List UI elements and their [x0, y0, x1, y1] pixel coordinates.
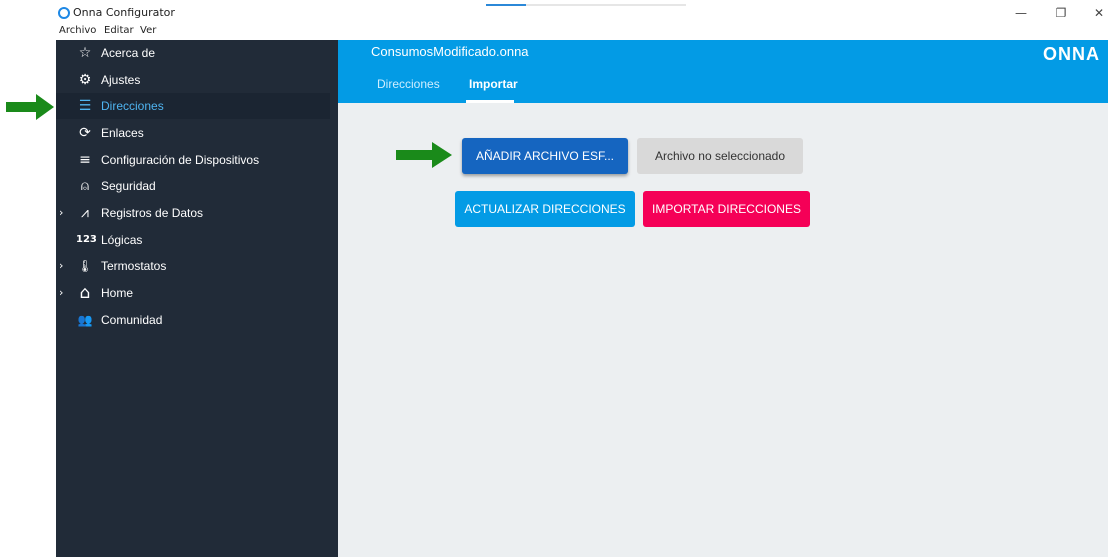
sidebar: ☆ Acerca de ⚙ Ajustes ☰ Direcciones ⟳ En…	[56, 40, 338, 557]
sidebar-item-direcciones[interactable]: ☰ Direcciones	[56, 93, 330, 119]
loading-progress-bar	[486, 4, 686, 6]
chart-icon: ⩘	[81, 205, 89, 221]
tab-importar[interactable]: Importar	[469, 77, 518, 91]
menu-ver[interactable]: Ver	[140, 25, 156, 36]
menu-archivo[interactable]: Archivo	[59, 25, 96, 36]
tab-direcciones[interactable]: Direcciones	[377, 77, 440, 91]
file-status-label: Archivo no seleccionado	[637, 138, 803, 174]
alarm-light-icon: ⍝	[80, 178, 90, 194]
restore-button[interactable]: ❐	[1046, 4, 1076, 22]
home-icon: ⌂	[79, 283, 91, 303]
sidebar-item-enlaces[interactable]: ⟳ Enlaces	[56, 120, 338, 146]
add-file-button[interactable]: AÑADIR ARCHIVO ESF...	[462, 138, 628, 174]
sidebar-item-logicas[interactable]: 123 Lógicas	[56, 227, 338, 253]
file-name: ConsumosModificado.onna	[371, 44, 529, 59]
sidebar-item-label: Seguridad	[101, 179, 156, 193]
sidebar-item-termostatos[interactable]: › 🌡 Termostatos	[56, 253, 338, 279]
annotation-arrow-icon	[396, 142, 452, 168]
sidebar-item-label: Enlaces	[101, 126, 144, 140]
chevron-right-icon[interactable]: ›	[59, 286, 63, 299]
sidebar-item-label: Ajustes	[101, 73, 141, 87]
numeric-icon: 123	[76, 234, 97, 245]
sidebar-item-label: Termostatos	[101, 259, 167, 273]
sidebar-item-label: Home	[101, 286, 134, 300]
sidebar-item-acerca-de[interactable]: ☆ Acerca de	[56, 40, 338, 66]
import-addresses-button[interactable]: IMPORTAR DIRECCIONES	[643, 191, 810, 227]
sidebar-item-label: Configuración de Dispositivos	[101, 153, 260, 167]
edit-list-icon: ≡	[79, 152, 91, 168]
sidebar-item-label: Lógicas	[101, 233, 143, 247]
chevron-right-icon[interactable]: ›	[59, 259, 63, 272]
star-outline-icon: ☆	[78, 45, 92, 61]
sidebar-item-label: Direcciones	[101, 99, 164, 113]
sidebar-item-registros-datos[interactable]: › ⩘ Registros de Datos	[56, 200, 338, 226]
refresh-icon: ⟳	[79, 125, 91, 141]
sidebar-item-seguridad[interactable]: ⍝ Seguridad	[56, 173, 338, 199]
window-title: Onna Configurator	[73, 6, 175, 19]
sidebar-item-ajustes[interactable]: ⚙ Ajustes	[56, 67, 338, 93]
sidebar-item-label: Registros de Datos	[101, 206, 204, 220]
sidebar-item-comunidad[interactable]: 👥 Comunidad	[56, 307, 338, 333]
sidebar-item-configuracion-dispositivos[interactable]: ≡ Configuración de Dispositivos	[56, 147, 338, 173]
main-header: ConsumosModificado.onna ONNA Direcciones…	[338, 40, 1108, 103]
import-panel: AÑADIR ARCHIVO ESF... Archivo no selecci…	[338, 103, 1108, 557]
thermometer-icon: 🌡	[77, 259, 93, 273]
sidebar-item-home[interactable]: › ⌂ Home	[56, 280, 338, 306]
update-addresses-button[interactable]: ACTUALIZAR DIRECCIONES	[455, 191, 635, 227]
minimize-button[interactable]: —	[1006, 4, 1036, 22]
title-bar: Onna Configurator — ❐ ✕	[56, 0, 1108, 24]
loading-progress-fill	[486, 4, 526, 6]
annotation-arrow-icon	[6, 94, 54, 120]
chevron-right-icon[interactable]: ›	[59, 206, 63, 219]
gear-icon: ⚙	[78, 72, 92, 88]
sidebar-item-label: Acerca de	[101, 46, 156, 60]
list-icon: ☰	[78, 98, 92, 114]
close-button[interactable]: ✕	[1084, 4, 1108, 22]
app-logo-icon	[58, 7, 70, 19]
onna-logo: ONNA	[1043, 44, 1100, 64]
menu-editar[interactable]: Editar	[104, 25, 134, 36]
sidebar-item-label: Comunidad	[101, 313, 163, 327]
people-icon: 👥	[77, 313, 93, 327]
menu-bar: Archivo Editar Ver	[56, 24, 1108, 40]
